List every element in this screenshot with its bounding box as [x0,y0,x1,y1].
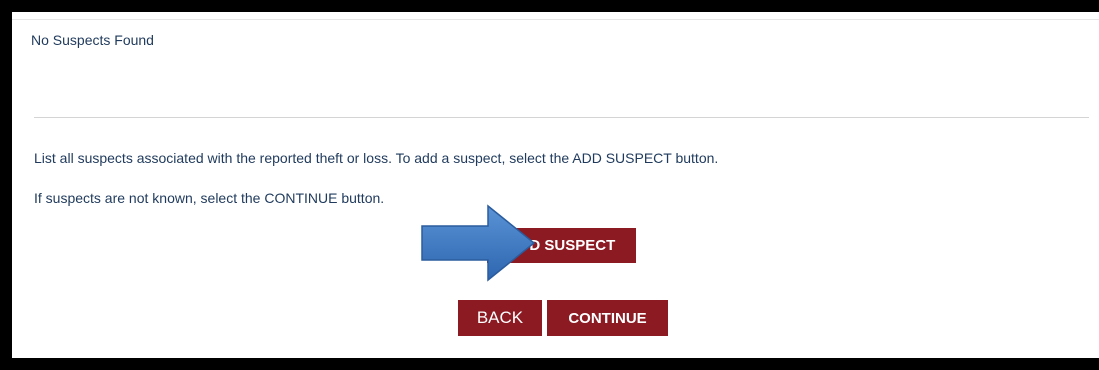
continue-button[interactable]: CONTINUE [547,300,668,336]
section-divider [34,117,1089,118]
instruction-add-suspect: List all suspects associated with the re… [34,150,719,166]
top-divider [12,19,1099,20]
no-suspects-message: No Suspects Found [31,32,154,48]
add-suspect-button[interactable]: ADD SUSPECT [487,228,636,263]
screenshot-frame: No Suspects Found List all suspects asso… [0,0,1099,370]
back-button[interactable]: BACK [458,300,542,336]
instruction-continue: If suspects are not known, select the CO… [34,190,385,206]
